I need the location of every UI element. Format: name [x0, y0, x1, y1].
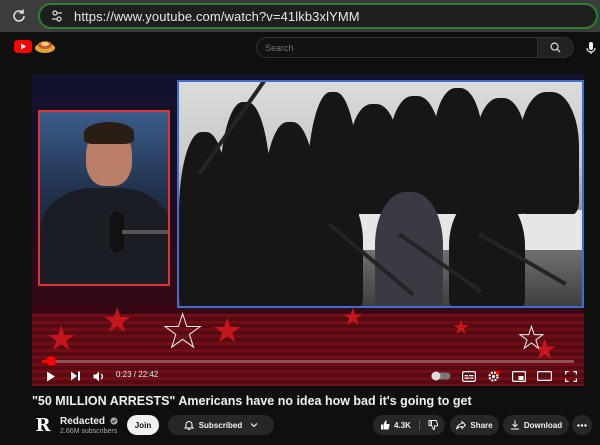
settings-button[interactable] — [484, 366, 502, 386]
subtitles-icon — [462, 370, 476, 382]
next-icon — [70, 371, 80, 381]
theater-mode-button[interactable] — [535, 366, 553, 386]
outline-star: ★ — [518, 322, 546, 355]
subscribed-label: Subscribed — [198, 420, 243, 430]
theater-icon — [536, 371, 552, 381]
outline-star: ★ — [161, 305, 204, 357]
dislike-button[interactable] — [420, 420, 438, 430]
share-button[interactable]: Share — [450, 415, 499, 435]
host-body — [40, 188, 168, 284]
channel-name-text[interactable]: Redacted — [60, 416, 105, 427]
fullscreen-button[interactable] — [562, 366, 580, 386]
bell-icon — [183, 421, 194, 430]
video-player[interactable]: ★ ★ ★ ★ ★ ★ ★ ★ 0:23 / 22:42 — [32, 74, 584, 386]
time-display: 0:23 / 22:42 — [116, 370, 159, 379]
like-count: 4.3K — [394, 420, 411, 430]
like-button[interactable]: 4.3K — [380, 420, 420, 430]
host-hair — [84, 122, 134, 144]
address-bar[interactable]: https://www.youtube.com/watch?v=41lkb3xl… — [38, 3, 598, 29]
channel-name[interactable]: Redacted — [60, 416, 118, 427]
download-icon — [510, 420, 519, 430]
more-actions-button[interactable] — [572, 415, 592, 435]
search-button[interactable] — [537, 38, 573, 57]
red-star: ★ — [46, 320, 77, 358]
search-icon — [550, 42, 561, 53]
share-arrow-icon — [456, 420, 467, 430]
channel-avatar[interactable]: R — [32, 414, 54, 436]
search-box[interactable] — [256, 37, 574, 58]
subscribed-button[interactable]: Subscribed — [168, 415, 274, 435]
site-info-icon[interactable] — [50, 9, 64, 23]
play-button[interactable] — [42, 366, 60, 386]
news-footage-frame — [177, 80, 584, 308]
autoplay-toggle[interactable] — [430, 366, 452, 386]
mic-arm — [122, 230, 168, 234]
microphone-icon[interactable] — [584, 41, 598, 55]
miniplayer-button[interactable] — [510, 366, 528, 386]
youtube-header — [0, 32, 600, 62]
red-star: ★ — [452, 317, 470, 339]
join-button[interactable]: Join — [127, 415, 159, 435]
autoplay-toggle-icon — [431, 371, 451, 381]
reload-button[interactable] — [6, 3, 32, 29]
host-camera-inset — [38, 110, 170, 286]
thumbs-down-icon — [428, 420, 438, 430]
progress-scrubber[interactable] — [46, 356, 57, 366]
more-horizontal-icon — [577, 423, 587, 427]
miniplayer-icon — [512, 370, 526, 382]
red-star: ★ — [342, 304, 364, 331]
player-controls: 0:23 / 22:42 — [32, 366, 584, 386]
next-button[interactable] — [66, 366, 84, 386]
thumbs-up-icon — [381, 420, 390, 430]
youtube-logo-icon[interactable] — [14, 40, 32, 53]
subtitles-button[interactable] — [460, 366, 478, 386]
gear-icon — [487, 370, 500, 382]
url-text[interactable]: https://www.youtube.com/watch?v=41lkb3xl… — [74, 9, 360, 24]
subscriber-count: 2.66M subscribers — [60, 428, 118, 435]
download-button[interactable]: Download — [503, 415, 569, 435]
fullscreen-icon — [565, 370, 577, 382]
video-title: "50 MILLION ARRESTS" Americans have no i… — [32, 394, 472, 408]
progress-bar[interactable] — [42, 356, 574, 366]
chevron-down-icon — [250, 423, 258, 428]
like-dislike-group: 4.3K — [373, 415, 445, 435]
volume-button[interactable] — [90, 366, 108, 386]
share-label: Share — [470, 420, 493, 430]
download-label: Download — [523, 420, 563, 430]
search-input[interactable] — [257, 42, 537, 53]
join-label: Join — [134, 420, 152, 430]
browser-toolbar: https://www.youtube.com/watch?v=41lkb3xl… — [0, 0, 600, 32]
reload-icon — [13, 9, 25, 22]
red-star: ★ — [212, 312, 243, 350]
volume-icon — [93, 371, 103, 381]
verified-check-icon — [110, 417, 118, 425]
masked-figure — [289, 186, 363, 306]
masked-figure — [519, 92, 579, 214]
red-star: ★ — [102, 302, 133, 340]
doodle-icon[interactable] — [34, 38, 56, 54]
channel-row: R Redacted 2.66M subscribers Join Subscr… — [32, 412, 600, 440]
play-icon — [47, 371, 55, 381]
